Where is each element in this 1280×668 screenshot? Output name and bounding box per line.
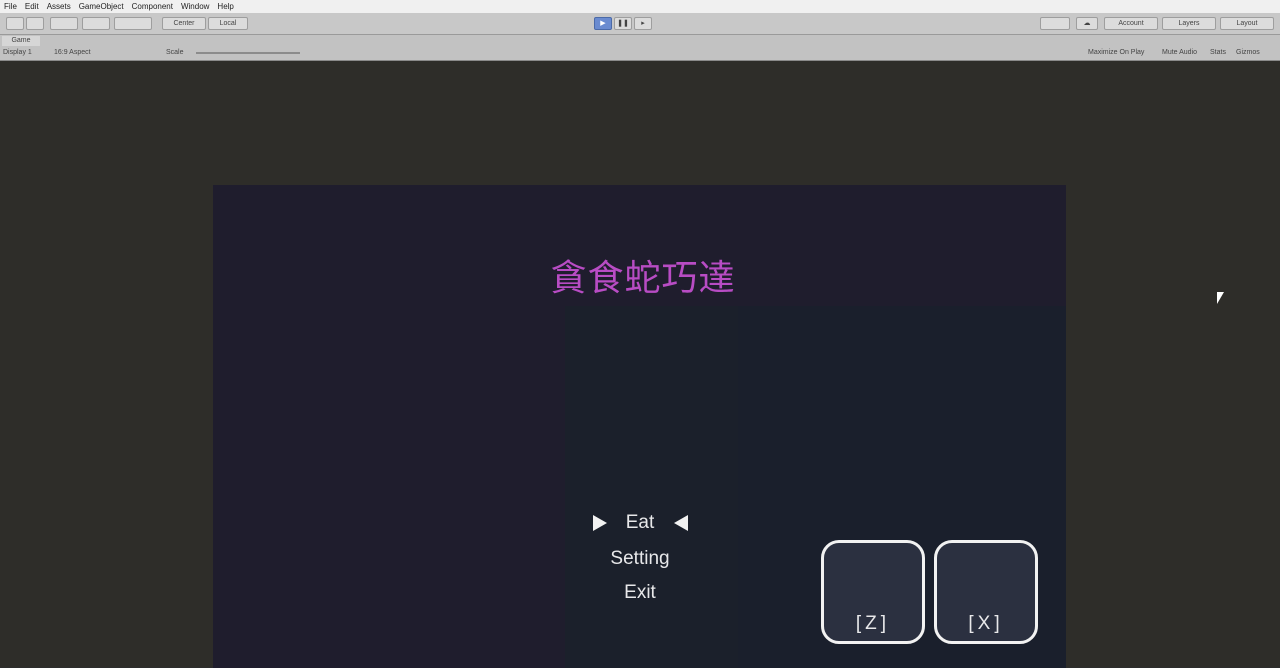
step-button[interactable]: ▸ [634, 17, 652, 30]
key-x-button[interactable]: [X] [934, 540, 1038, 644]
rotate-tool-button[interactable] [50, 17, 78, 30]
pivot-local-button[interactable]: Local [208, 17, 248, 30]
account-dropdown[interactable]: Account [1104, 17, 1158, 30]
rect-tool-button[interactable] [114, 17, 152, 30]
collab-button[interactable] [1040, 17, 1070, 30]
game-screen: 貪食蛇巧達 Eat Setting Exit [Z] [X] [213, 185, 1066, 668]
mute-audio-toggle[interactable]: Mute Audio [1162, 48, 1197, 58]
layers-dropdown[interactable]: Layers [1162, 17, 1216, 30]
gizmos-dropdown[interactable]: Gizmos [1236, 48, 1260, 58]
menu-bar: File Edit Assets GameObject Component Wi… [0, 0, 1280, 13]
layout-dropdown[interactable]: Layout [1220, 17, 1274, 30]
background-column [565, 306, 738, 668]
key-z-button[interactable]: [Z] [821, 540, 925, 644]
editor-toolbar: Center Local ▶ ❚❚ ▸ ☁ Account Layers Lay… [0, 13, 1280, 35]
menu-help[interactable]: Help [213, 0, 237, 13]
pivot-center-button[interactable]: Center [162, 17, 206, 30]
selection-arrow-left-icon [674, 515, 688, 531]
menu-assets[interactable]: Assets [43, 0, 75, 13]
aspect-dropdown[interactable]: 16:9 Aspect [54, 48, 91, 58]
move-tool-button[interactable] [26, 17, 44, 30]
game-view-toolbar: Game Display 1 16:9 Aspect Scale Maximiz… [0, 35, 1280, 61]
menu-edit[interactable]: Edit [21, 0, 43, 13]
game-title: 貪食蛇巧達 [550, 258, 736, 299]
menu-window[interactable]: Window [177, 0, 213, 13]
menu-gameobject[interactable]: GameObject [75, 0, 128, 13]
scale-slider[interactable] [196, 52, 300, 54]
key-z-label: [Z] [855, 613, 891, 634]
menu-item-exit[interactable]: Exit [580, 581, 700, 605]
key-x-label: [X] [968, 613, 1004, 634]
scale-tool-button[interactable] [82, 17, 110, 30]
pause-button[interactable]: ❚❚ [614, 17, 632, 30]
tab-game[interactable]: Game [2, 36, 40, 46]
menu-file[interactable]: File [0, 0, 21, 13]
cloud-icon[interactable]: ☁ [1076, 17, 1098, 30]
maximize-on-play-toggle[interactable]: Maximize On Play [1088, 48, 1144, 58]
stats-toggle[interactable]: Stats [1210, 48, 1226, 58]
scale-label: Scale [166, 49, 184, 56]
game-view: 貪食蛇巧達 Eat Setting Exit [Z] [X] [0, 61, 1280, 668]
hand-tool-button[interactable] [6, 17, 24, 30]
mouse-cursor-icon [1217, 292, 1224, 304]
display-dropdown[interactable]: Display 1 [3, 48, 32, 58]
menu-item-setting[interactable]: Setting [580, 547, 700, 571]
menu-component[interactable]: Component [128, 0, 177, 13]
play-button[interactable]: ▶ [594, 17, 612, 30]
